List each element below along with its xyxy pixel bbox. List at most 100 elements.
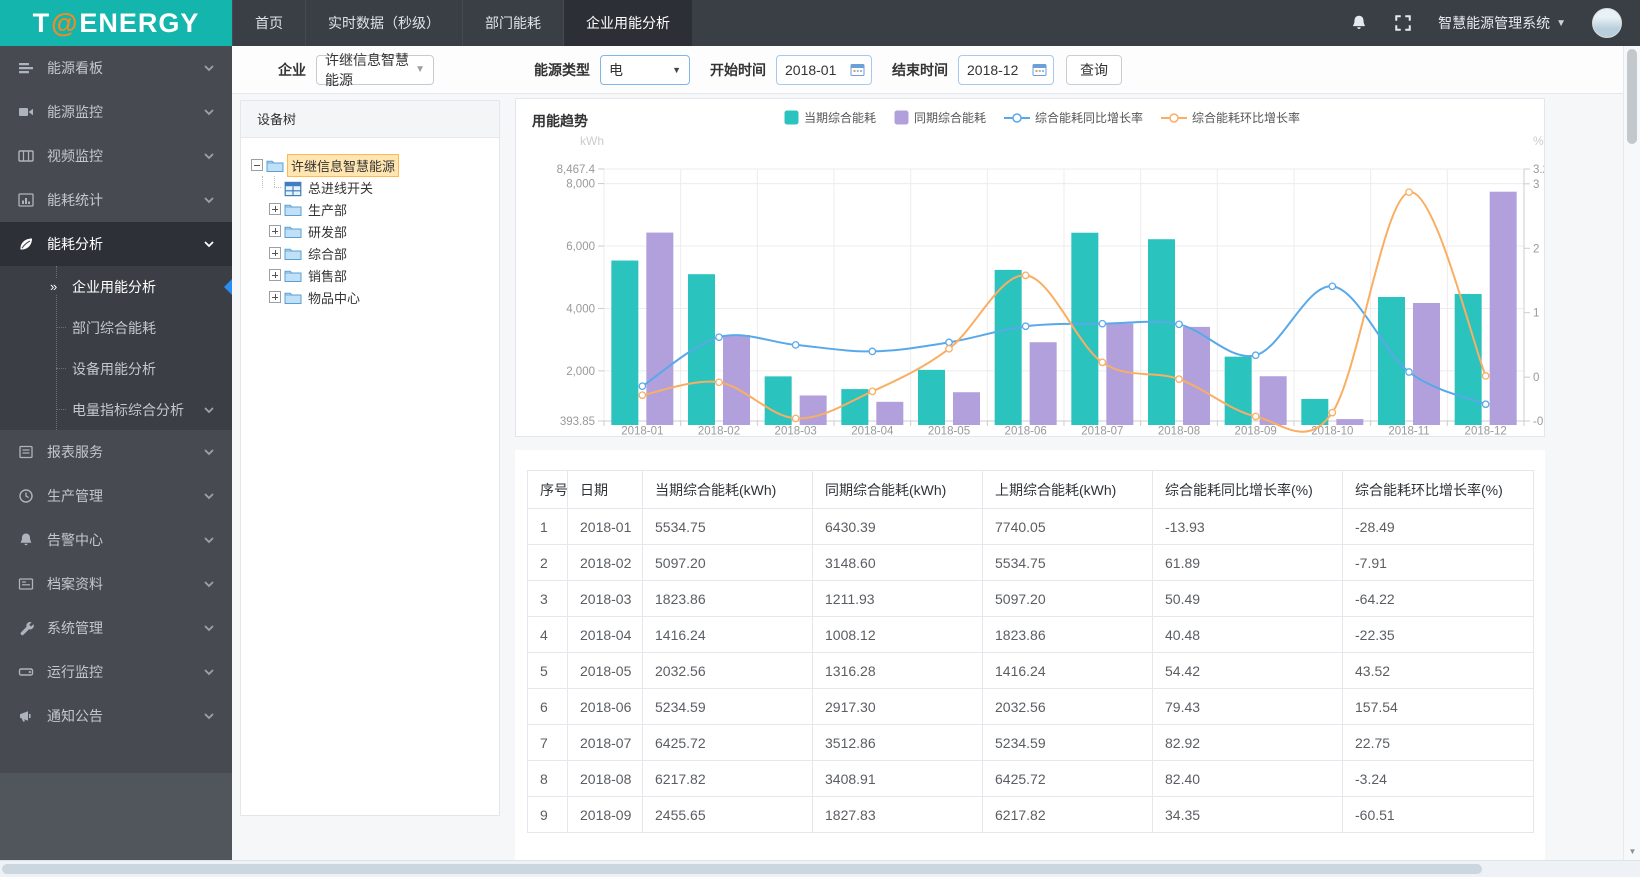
logo-text: T bbox=[32, 7, 51, 38]
table-cell: 2018-07 bbox=[567, 724, 643, 761]
end-time-label: 结束时间 bbox=[892, 61, 948, 78]
tree-collapse-icon[interactable] bbox=[251, 159, 263, 171]
sidebar-item-video-monitoring[interactable]: 视频监控 bbox=[0, 134, 232, 178]
sidebar-item-notice-announcement[interactable]: 通知公告 bbox=[0, 694, 232, 738]
line-data-point bbox=[1405, 188, 1413, 197]
notification-bell-icon[interactable] bbox=[1350, 14, 1368, 32]
left-axis-tick: 6,000 bbox=[566, 241, 595, 253]
bar-same-period-energy bbox=[1413, 302, 1440, 425]
device-tree-panel: 设备树 许继信息智慧能源 总进线开关 生产部 研发部 综合部 销售部 物品中心 bbox=[240, 100, 500, 816]
table-cell: 1823.86 bbox=[642, 580, 813, 617]
tree-node-rd-dept[interactable]: 研发部 bbox=[269, 220, 489, 242]
tree-root-label[interactable]: 许继信息智慧能源 bbox=[287, 153, 400, 177]
tree-children: 总进线开关 生产部 研发部 综合部 销售部 物品中心 bbox=[257, 176, 489, 308]
end-date-value: 2018-12 bbox=[967, 61, 1019, 78]
tree-node-general-dept[interactable]: 综合部 bbox=[269, 242, 489, 264]
table-cell: 9 bbox=[527, 796, 568, 833]
tree-node-production-dept[interactable]: 生产部 bbox=[269, 198, 489, 220]
sidebar-item-production-management[interactable]: 生产管理 bbox=[0, 474, 232, 518]
sidebar-subitem-label: 部门综合能耗 bbox=[72, 319, 156, 336]
tree-node-sales-dept[interactable]: 销售部 bbox=[269, 264, 489, 286]
nav-tab-home[interactable]: 首页 bbox=[232, 0, 305, 46]
table-header-cell: 序号 bbox=[527, 470, 568, 509]
line-data-point bbox=[1021, 322, 1030, 331]
system-name-dropdown[interactable]: 智慧能源管理系统 ▼ bbox=[1438, 13, 1566, 33]
sidebar-item-energy-monitoring[interactable]: 能源监控 bbox=[0, 90, 232, 134]
table-cell: 7740.05 bbox=[982, 508, 1153, 545]
x-axis-label: 2018-12 bbox=[1465, 426, 1507, 437]
legend-item[interactable]: 同期综合能耗 bbox=[894, 109, 986, 126]
tree-node-goods-center[interactable]: 物品中心 bbox=[269, 286, 489, 308]
app: T @ ENERGY 首页 实时数据（秒级） 部门能耗 企业用能分析 智慧能源管理系统 ▼… bbox=[0, 0, 1640, 877]
tree-expand-icon[interactable] bbox=[269, 269, 281, 281]
line-data-point bbox=[791, 341, 800, 349]
bar-current-energy bbox=[1148, 239, 1175, 425]
start-date-input[interactable]: 2018-01 bbox=[776, 54, 872, 85]
fullscreen-icon[interactable] bbox=[1394, 14, 1412, 32]
energy-type-select[interactable]: 电 ▼ bbox=[600, 54, 690, 85]
tree-node-root[interactable]: 许继信息智慧能源 bbox=[251, 153, 489, 177]
table-cell: 157.54 bbox=[1342, 688, 1534, 725]
folder-icon bbox=[284, 268, 302, 283]
folder-icon bbox=[284, 202, 302, 217]
sidebar-item-archives[interactable]: 档案资料 bbox=[0, 562, 232, 606]
query-button[interactable]: 查询 bbox=[1066, 54, 1122, 85]
active-item-marker bbox=[224, 278, 232, 295]
archive-icon bbox=[18, 576, 34, 592]
sidebar-subitem-department-comprehensive-energy[interactable]: 部门综合能耗 bbox=[0, 307, 232, 348]
tree-node-main-incoming-switch[interactable]: 总进线开关 bbox=[269, 176, 489, 198]
chart-legend: 当期综合能耗 同期综合能耗 综合能耗同比增长率 综合能耗环比增长率 bbox=[784, 109, 1300, 126]
nav-tab-realtime-data[interactable]: 实时数据（秒级） bbox=[305, 0, 462, 46]
sidebar-item-energy-analysis[interactable]: 能耗分析 bbox=[0, 222, 232, 266]
sidebar-subitem-device-energy-analysis[interactable]: 设备用能分析 bbox=[0, 348, 232, 389]
tree-expand-icon[interactable] bbox=[269, 247, 281, 259]
horizontal-scrollbar[interactable] bbox=[0, 860, 1640, 877]
horizontal-scrollbar-thumb[interactable] bbox=[2, 864, 1482, 874]
bar-same-period-energy bbox=[723, 335, 750, 425]
table-cell: 2018-06 bbox=[567, 688, 643, 725]
chevron-down-icon bbox=[202, 665, 216, 679]
user-avatar[interactable] bbox=[1592, 8, 1622, 38]
tree-expand-icon[interactable] bbox=[269, 225, 281, 237]
table-cell: -64.22 bbox=[1342, 580, 1534, 617]
sidebar-item-energy-statistics[interactable]: 能耗统计 bbox=[0, 178, 232, 222]
vertical-scrollbar-thumb[interactable] bbox=[1627, 49, 1637, 144]
table-cell: 8 bbox=[527, 760, 568, 797]
sidebar-subitem-power-indicator-analysis[interactable]: 电量指标综合分析 bbox=[0, 389, 232, 430]
table-cell: 7 bbox=[527, 724, 568, 761]
sidebar-item-alarm-center[interactable]: 告警中心 bbox=[0, 518, 232, 562]
nav-tab-enterprise-energy-analysis[interactable]: 企业用能分析 bbox=[563, 0, 692, 46]
table-row: 4 2018-04 1416.24 1008.12 1823.86 40.48 -22.35 bbox=[527, 616, 1534, 653]
chevron-down-icon: ▼ bbox=[672, 64, 681, 75]
scroll-down-arrow-icon[interactable]: ▼ bbox=[1624, 844, 1640, 860]
nav-tab-department-energy[interactable]: 部门能耗 bbox=[462, 0, 563, 46]
end-date-input[interactable]: 2018-12 bbox=[958, 54, 1054, 85]
line-data-point bbox=[791, 414, 800, 423]
report-icon bbox=[18, 444, 34, 460]
x-axis-label: 2018-06 bbox=[1005, 426, 1047, 437]
sidebar-item-system-management[interactable]: 系统管理 bbox=[0, 606, 232, 650]
line-data-point bbox=[1328, 408, 1337, 417]
table-cell: 3408.91 bbox=[812, 760, 983, 797]
table-header-cell: 综合能耗环比增长率(%) bbox=[1342, 470, 1534, 509]
bar-chart-icon bbox=[18, 192, 34, 208]
table-cell: 34.35 bbox=[1152, 796, 1343, 833]
sidebar-item-label: 能源监控 bbox=[47, 104, 103, 120]
legend-item[interactable]: 综合能耗同比增长率 bbox=[1004, 109, 1143, 126]
table-cell: 1316.28 bbox=[812, 652, 983, 689]
legend-item[interactable]: 综合能耗环比增长率 bbox=[1161, 109, 1300, 126]
company-select[interactable]: 许继信息智慧能源 ▼ bbox=[316, 52, 434, 88]
tree-expand-icon[interactable] bbox=[269, 203, 281, 215]
sidebar-item-operation-monitoring[interactable]: 运行监控 bbox=[0, 650, 232, 694]
sidebar-subitem-enterprise-energy-analysis[interactable]: » 企业用能分析 bbox=[0, 266, 232, 307]
vertical-scrollbar[interactable]: ▼ bbox=[1623, 46, 1640, 860]
sidebar-item-energy-dashboard[interactable]: 能源看板 bbox=[0, 46, 232, 90]
leaf-icon bbox=[18, 236, 34, 252]
table-cell: 2018-05 bbox=[567, 652, 643, 689]
legend-item[interactable]: 当期综合能耗 bbox=[784, 109, 876, 126]
sidebar-item-report-service[interactable]: 报表服务 bbox=[0, 430, 232, 474]
tree-expand-icon[interactable] bbox=[269, 291, 281, 303]
bar-current-energy bbox=[1378, 296, 1405, 425]
table-cell: 2018-02 bbox=[567, 544, 643, 581]
start-time-label: 开始时间 bbox=[710, 61, 766, 78]
